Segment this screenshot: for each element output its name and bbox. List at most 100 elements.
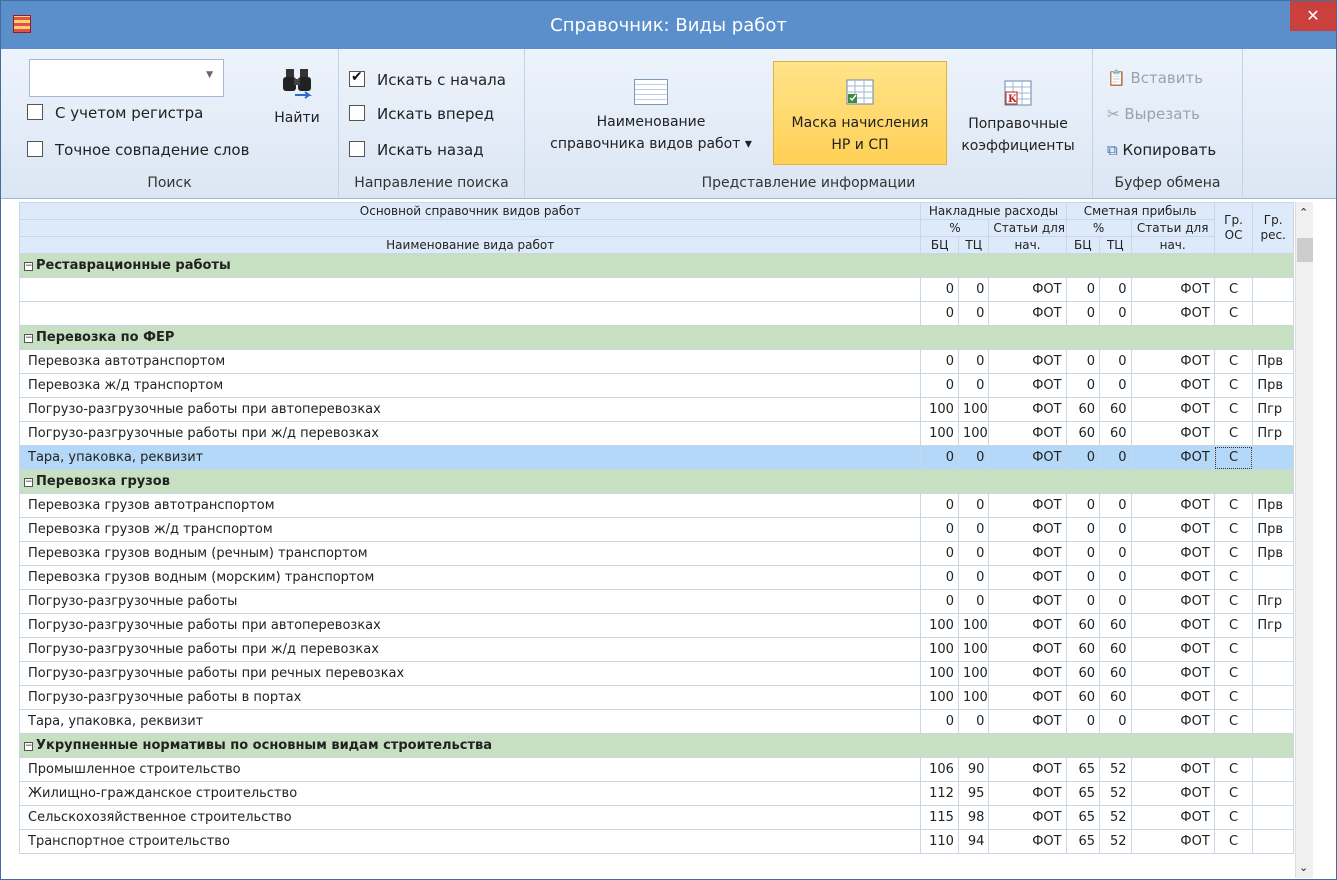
cell-sp-tc[interactable]: 0 — [1099, 349, 1132, 374]
cell-gr-os[interactable]: С — [1213, 493, 1254, 518]
cell-nr-stat[interactable]: ФОТ — [988, 709, 1067, 734]
cell-name[interactable]: Перевозка грузов водным (речным) транспо… — [19, 541, 922, 566]
cell-sp-bc[interactable]: 0 — [1065, 445, 1101, 470]
cell-nr-tc[interactable]: 0 — [957, 277, 990, 302]
cell-sp-tc[interactable]: 0 — [1099, 541, 1132, 566]
cell-gr-res[interactable] — [1252, 757, 1294, 782]
cell-name[interactable]: Жилищно-гражданское строительство — [19, 781, 922, 806]
cell-nr-bc[interactable]: 115 — [920, 805, 959, 830]
cell-name[interactable]: Погрузо-разгрузочные работы при ж/д пере… — [19, 421, 922, 446]
cell-name[interactable]: Погрузо-разгрузочные работы в портах — [19, 685, 922, 710]
cell-name[interactable] — [19, 277, 922, 302]
cell-gr-res[interactable] — [1252, 301, 1294, 326]
table-row[interactable]: Сельскохозяйственное строительство 115 98 Ф… — [19, 805, 1294, 830]
cell-name[interactable]: Погрузо-разгрузочные работы — [19, 589, 922, 614]
table-row[interactable]: Погрузо-разгрузочные работы в портах 100 1… — [19, 685, 1294, 710]
coefficients-button[interactable]: K Поправочные коэффициенты — [953, 79, 1083, 157]
table-row[interactable]: Погрузо-разгрузочные работы при автопере… — [19, 397, 1294, 422]
cell-nr-bc[interactable]: 106 — [920, 757, 959, 782]
cell-nr-stat[interactable]: ФОТ — [988, 541, 1067, 566]
cell-nr-stat[interactable]: ФОТ — [988, 589, 1067, 614]
cell-name[interactable]: Перевозка грузов автотранспортом — [19, 493, 922, 518]
cell-gr-os[interactable]: С — [1213, 829, 1254, 854]
from-start-checkbox[interactable]: Искать с начала — [349, 69, 506, 89]
table-row[interactable]: Перевозка грузов ж/д транспортом 0 0 ФОТ 0 0 Ф… — [19, 517, 1294, 542]
cell-nr-stat[interactable]: ФОТ — [988, 397, 1067, 422]
cell-sp-bc[interactable]: 65 — [1065, 757, 1101, 782]
cell-name[interactable]: Транспортное строительство — [19, 829, 922, 854]
cell-gr-os[interactable]: С — [1213, 805, 1254, 830]
header-name[interactable]: Наименование вида работ — [19, 236, 922, 254]
cell-nr-stat[interactable]: ФОТ — [988, 373, 1067, 398]
cell-nr-stat[interactable]: ФОТ — [988, 421, 1067, 446]
cell-sp-stat[interactable]: ФОТ — [1130, 421, 1215, 446]
cell-sp-stat[interactable]: ФОТ — [1130, 301, 1215, 326]
cell-sp-bc[interactable]: 65 — [1065, 781, 1101, 806]
case-checkbox-box[interactable] — [27, 104, 43, 120]
cell-nr-tc[interactable]: 0 — [957, 301, 990, 326]
cell-gr-res[interactable] — [1252, 277, 1294, 302]
table-row[interactable]: Перевозка ж/д транспортом 0 0 ФОТ 0 0 ФОТ С Прв — [19, 373, 1294, 398]
cell-sp-bc[interactable]: 60 — [1065, 685, 1101, 710]
cell-gr-os[interactable]: С — [1213, 301, 1254, 326]
cell-nr-stat[interactable]: ФОТ — [988, 661, 1067, 686]
cell-sp-tc[interactable]: 60 — [1099, 661, 1132, 686]
cell-gr-res[interactable] — [1252, 781, 1294, 806]
cell-gr-os[interactable]: С — [1213, 541, 1254, 566]
cell-sp-tc[interactable]: 60 — [1099, 613, 1132, 638]
cell-sp-tc[interactable]: 0 — [1099, 277, 1132, 302]
cell-sp-tc[interactable]: 0 — [1099, 589, 1132, 614]
cell-gr-res[interactable]: Пгр — [1252, 613, 1294, 638]
cell-name[interactable] — [19, 301, 922, 326]
cell-gr-os[interactable]: С — [1213, 373, 1254, 398]
cell-gr-res[interactable] — [1252, 637, 1294, 662]
cell-sp-stat[interactable]: ФОТ — [1130, 565, 1215, 590]
cell-gr-os[interactable]: С — [1213, 589, 1254, 614]
cell-sp-bc[interactable]: 0 — [1065, 565, 1101, 590]
cell-gr-res[interactable]: Пгр — [1252, 397, 1294, 422]
cell-nr-stat[interactable]: ФОТ — [988, 829, 1067, 854]
cell-sp-stat[interactable]: ФОТ — [1130, 397, 1215, 422]
cell-sp-tc[interactable]: 0 — [1099, 493, 1132, 518]
cell-gr-os[interactable]: С — [1213, 421, 1254, 446]
cell-nr-tc[interactable]: 100 — [957, 685, 990, 710]
cell-sp-stat[interactable]: ФОТ — [1130, 589, 1215, 614]
cell-nr-bc[interactable]: 0 — [920, 445, 959, 470]
cell-nr-bc[interactable]: 100 — [920, 661, 959, 686]
cell-sp-stat[interactable]: ФОТ — [1130, 637, 1215, 662]
table-row[interactable]: 0 0 ФОТ 0 0 ФОТ С — [19, 277, 1294, 302]
cell-sp-stat[interactable]: ФОТ — [1130, 805, 1215, 830]
cell-nr-tc[interactable]: 100 — [957, 421, 990, 446]
table-row[interactable]: Перевозка грузов водным (морским) трансп… — [19, 565, 1294, 590]
cell-gr-res[interactable] — [1252, 685, 1294, 710]
cell-name[interactable]: Перевозка грузов водным (морским) трансп… — [19, 565, 922, 590]
cell-nr-tc[interactable]: 0 — [957, 709, 990, 734]
header-sp-tc[interactable]: ТЦ — [1099, 236, 1132, 254]
cell-nr-tc[interactable]: 100 — [957, 661, 990, 686]
cell-gr-os[interactable]: С — [1213, 277, 1254, 302]
cell-sp-stat[interactable]: ФОТ — [1130, 613, 1215, 638]
cell-nr-tc[interactable]: 0 — [957, 445, 990, 470]
cell-nr-bc[interactable]: 0 — [920, 493, 959, 518]
cell-sp-stat[interactable]: ФОТ — [1130, 781, 1215, 806]
header-nr-tc[interactable]: ТЦ — [957, 236, 990, 254]
group-row[interactable]: − Реставрационные работы — [19, 253, 1294, 278]
cell-sp-stat[interactable]: ФОТ — [1130, 709, 1215, 734]
cell-gr-res[interactable]: Пгр — [1252, 421, 1294, 446]
cell-name[interactable]: Перевозка автотранспортом — [19, 349, 922, 374]
cell-sp-bc[interactable]: 0 — [1065, 301, 1101, 326]
cell-sp-bc[interactable]: 0 — [1065, 709, 1101, 734]
cell-sp-bc[interactable]: 65 — [1065, 805, 1101, 830]
cell-sp-tc[interactable]: 52 — [1099, 757, 1132, 782]
cell-name[interactable]: Перевозка грузов ж/д транспортом — [19, 517, 922, 542]
cell-nr-bc[interactable]: 0 — [920, 373, 959, 398]
cell-nr-tc[interactable]: 0 — [957, 589, 990, 614]
cell-sp-tc[interactable]: 60 — [1099, 397, 1132, 422]
cell-nr-tc[interactable]: 100 — [957, 397, 990, 422]
cell-gr-res[interactable] — [1252, 829, 1294, 854]
table-row[interactable]: Тара, упаковка, реквизит 0 0 ФОТ 0 0 ФОТ С — [19, 709, 1294, 734]
cell-nr-tc[interactable]: 0 — [957, 565, 990, 590]
cell-sp-tc[interactable]: 52 — [1099, 829, 1132, 854]
cell-gr-res[interactable] — [1252, 661, 1294, 686]
table-row[interactable]: Погрузо-разгрузочные работы при ж/д пере… — [19, 421, 1294, 446]
